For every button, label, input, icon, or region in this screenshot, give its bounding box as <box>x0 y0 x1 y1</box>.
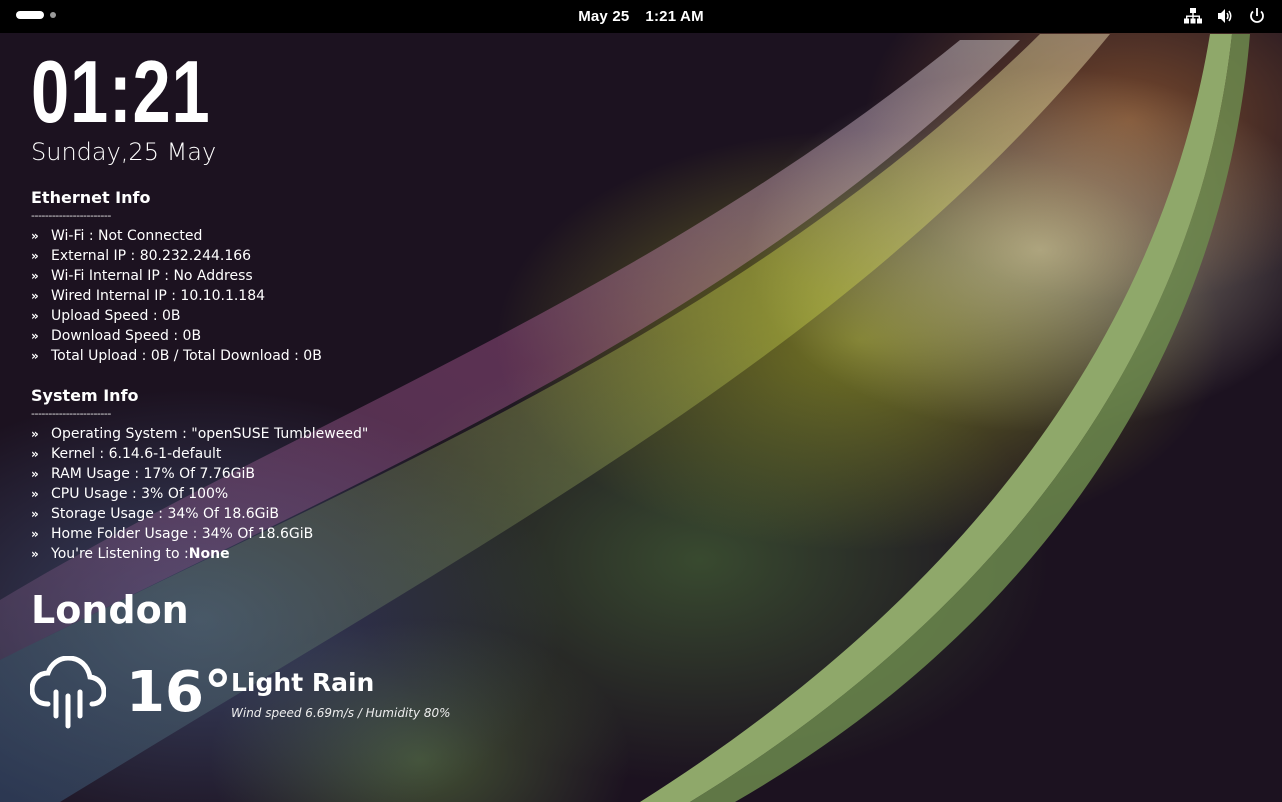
chevron-right-icon: » <box>31 507 39 521</box>
weather-details: Wind speed 6.69m/s / Humidity 80% <box>231 706 451 720</box>
list-item: » Upload Speed : 0B <box>31 308 181 324</box>
list-item: » RAM Usage : 17% Of 7.76GiB <box>31 466 255 482</box>
list-item: » Wired Internal IP : 10.10.1.184 <box>31 288 266 304</box>
chevron-right-icon: » <box>31 447 39 461</box>
system-divider: ----------------------- <box>31 407 111 420</box>
list-item: » You're Listening to : None <box>31 546 230 562</box>
topbar-clock[interactable]: May 25 1:21 AM <box>0 8 1282 25</box>
ethernet-divider: ----------------------- <box>31 209 111 222</box>
chevron-right-icon: » <box>31 269 39 283</box>
power-icon[interactable] <box>1248 7 1266 25</box>
clock-date: Sunday,25 May <box>31 138 217 166</box>
topbar-date: May 25 <box>578 8 630 25</box>
weather-temperature: 16° <box>126 660 232 725</box>
list-item: » Wi-Fi Internal IP : No Address <box>31 268 253 284</box>
list-item: » Operating System : "openSUSE Tumbleweed… <box>31 426 369 442</box>
chevron-right-icon: » <box>31 427 39 441</box>
list-item: » Wi-Fi : Not Connected <box>31 228 203 244</box>
list-item: » Total Upload : 0B / Total Download : 0B <box>31 348 322 364</box>
ethernet-info-list: » Wi-Fi : Not Connected » External IP : 80… <box>31 226 368 366</box>
chevron-right-icon: » <box>31 467 39 481</box>
system-info-list: » Operating System : "openSUSE Tumbleweed… <box>31 424 368 564</box>
chevron-right-icon: » <box>31 289 39 303</box>
list-item: » Home Folder Usage : 34% Of 18.6GiB <box>31 526 314 542</box>
volume-icon[interactable] <box>1216 7 1234 25</box>
chevron-right-icon: » <box>31 249 39 263</box>
clock-time: 01:21 <box>31 42 211 141</box>
chevron-right-icon: » <box>31 349 39 363</box>
topbar-time: 1:21 AM <box>645 8 704 25</box>
weather-city: London <box>31 588 189 632</box>
weather-condition: Light Rain <box>231 668 375 697</box>
system-info-title: System Info <box>31 386 139 405</box>
chevron-right-icon: » <box>31 229 39 243</box>
list-item: » CPU Usage : 3% Of 100% <box>31 486 229 502</box>
chevron-right-icon: » <box>31 527 39 541</box>
network-wired-icon[interactable] <box>1184 7 1202 25</box>
list-item: » Kernel : 6.14.6-1-default <box>31 446 222 462</box>
chevron-right-icon: » <box>31 487 39 501</box>
list-item: » Download Speed : 0B <box>31 328 202 344</box>
list-item: » Storage Usage : 34% Of 18.6GiB <box>31 506 279 522</box>
chevron-right-icon: » <box>31 547 39 561</box>
system-tray[interactable] <box>1184 7 1266 25</box>
chevron-right-icon: » <box>31 329 39 343</box>
list-item: » External IP : 80.232.244.166 <box>31 248 252 264</box>
chevron-right-icon: » <box>31 309 39 323</box>
ethernet-info-title: Ethernet Info <box>31 188 151 207</box>
top-bar: May 25 1:21 AM <box>0 0 1282 33</box>
now-playing-value: None <box>188 546 230 562</box>
conky-widget: 01:21 Sunday,25 May Ethernet Info ------… <box>31 48 368 564</box>
cloud-rain-icon <box>29 655 107 735</box>
